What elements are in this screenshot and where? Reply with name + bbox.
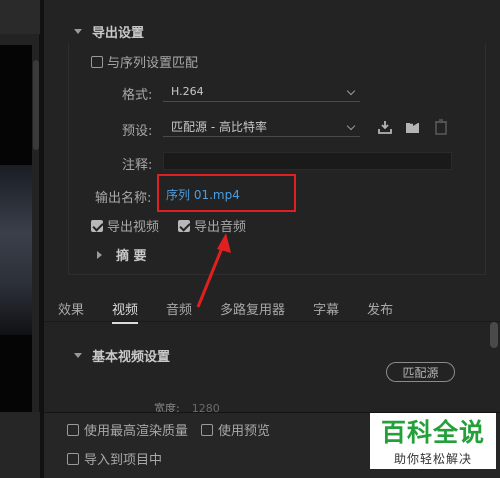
max-render-quality-row[interactable]: 使用最高渲染质量: [67, 420, 188, 439]
comments-row: 注释:: [122, 154, 152, 173]
import-into-project-checkbox[interactable]: [67, 452, 79, 465]
export-settings-header[interactable]: 导出设置: [74, 22, 144, 41]
comments-input[interactable]: [163, 152, 452, 170]
preview-scrollbar[interactable]: [33, 60, 39, 150]
max-render-quality-label: 使用最高渲染质量: [84, 424, 189, 439]
preview-footer: [0, 412, 40, 478]
export-video-label: 导出视频: [107, 220, 160, 235]
output-name-label: 输出名称:: [95, 191, 152, 206]
chevron-down-icon: [346, 86, 356, 96]
collapse-triangle-icon[interactable]: [74, 353, 82, 358]
import-into-project-label: 导入到项目中: [84, 453, 163, 468]
watermark-title: 百科全说: [380, 418, 485, 447]
collapse-triangle-icon[interactable]: [74, 29, 82, 34]
match-sequence-checkbox[interactable]: [91, 55, 103, 68]
settings-tabs: 效果 视频 音频 多路复用器 字幕 发布: [44, 296, 500, 324]
expand-triangle-icon[interactable]: [97, 250, 102, 259]
tab-multiplexer[interactable]: 多路复用器: [206, 299, 299, 318]
format-dropdown[interactable]: H.264: [163, 82, 360, 102]
match-sequence-row[interactable]: 与序列设置匹配: [91, 52, 198, 71]
preview-image: [0, 165, 32, 335]
tab-captions[interactable]: 字幕: [299, 299, 353, 318]
tab-video[interactable]: 视频: [98, 299, 152, 324]
preview-video-frame: [0, 45, 32, 412]
tab-publish[interactable]: 发布: [353, 299, 407, 318]
preset-row: 预设:: [122, 120, 152, 139]
summary-header[interactable]: 摘 要: [97, 245, 147, 264]
summary-label: 摘 要: [116, 249, 147, 264]
save-preset-icon[interactable]: [376, 119, 394, 135]
comments-label: 注释:: [122, 158, 153, 173]
export-video-row[interactable]: 导出视频: [91, 216, 159, 235]
delete-preset-icon[interactable]: [432, 119, 450, 135]
tab-effects[interactable]: 效果: [44, 299, 98, 318]
source-preview-panel: [0, 0, 40, 478]
export-settings-title: 导出设置: [92, 26, 145, 41]
annotation-highlight-box: [157, 174, 296, 212]
chevron-down-icon: [346, 121, 356, 131]
watermark-subtitle: 助你轻松解决: [393, 451, 472, 466]
use-previews-checkbox[interactable]: [201, 423, 213, 436]
export-video-checkbox[interactable]: [91, 219, 103, 232]
settings-scrollbar[interactable]: [490, 322, 498, 348]
format-row: 格式:: [122, 84, 152, 103]
format-value: H.264: [171, 85, 204, 98]
basic-video-settings-title: 基本视频设置: [92, 350, 171, 365]
watermark-logo: 百科全说 助你轻松解决: [370, 413, 496, 469]
format-label: 格式:: [122, 88, 153, 103]
tab-audio[interactable]: 音频: [152, 299, 206, 318]
use-previews-row[interactable]: 使用预览: [201, 420, 270, 439]
preset-label: 预设:: [122, 124, 153, 139]
use-previews-label: 使用预览: [218, 424, 271, 439]
import-into-project-row[interactable]: 导入到项目中: [67, 449, 162, 468]
import-preset-icon[interactable]: [404, 119, 422, 135]
output-name-row: 输出名称:: [95, 187, 151, 206]
match-source-button[interactable]: 匹配源: [386, 362, 455, 382]
preview-header: [0, 0, 40, 34]
preset-value: 匹配源 - 高比特率: [171, 120, 267, 134]
basic-video-settings-header[interactable]: 基本视频设置: [74, 346, 170, 365]
export-audio-checkbox[interactable]: [178, 219, 190, 232]
max-render-quality-checkbox[interactable]: [67, 423, 79, 436]
preset-dropdown[interactable]: 匹配源 - 高比特率: [163, 117, 360, 137]
match-sequence-label: 与序列设置匹配: [107, 56, 199, 71]
